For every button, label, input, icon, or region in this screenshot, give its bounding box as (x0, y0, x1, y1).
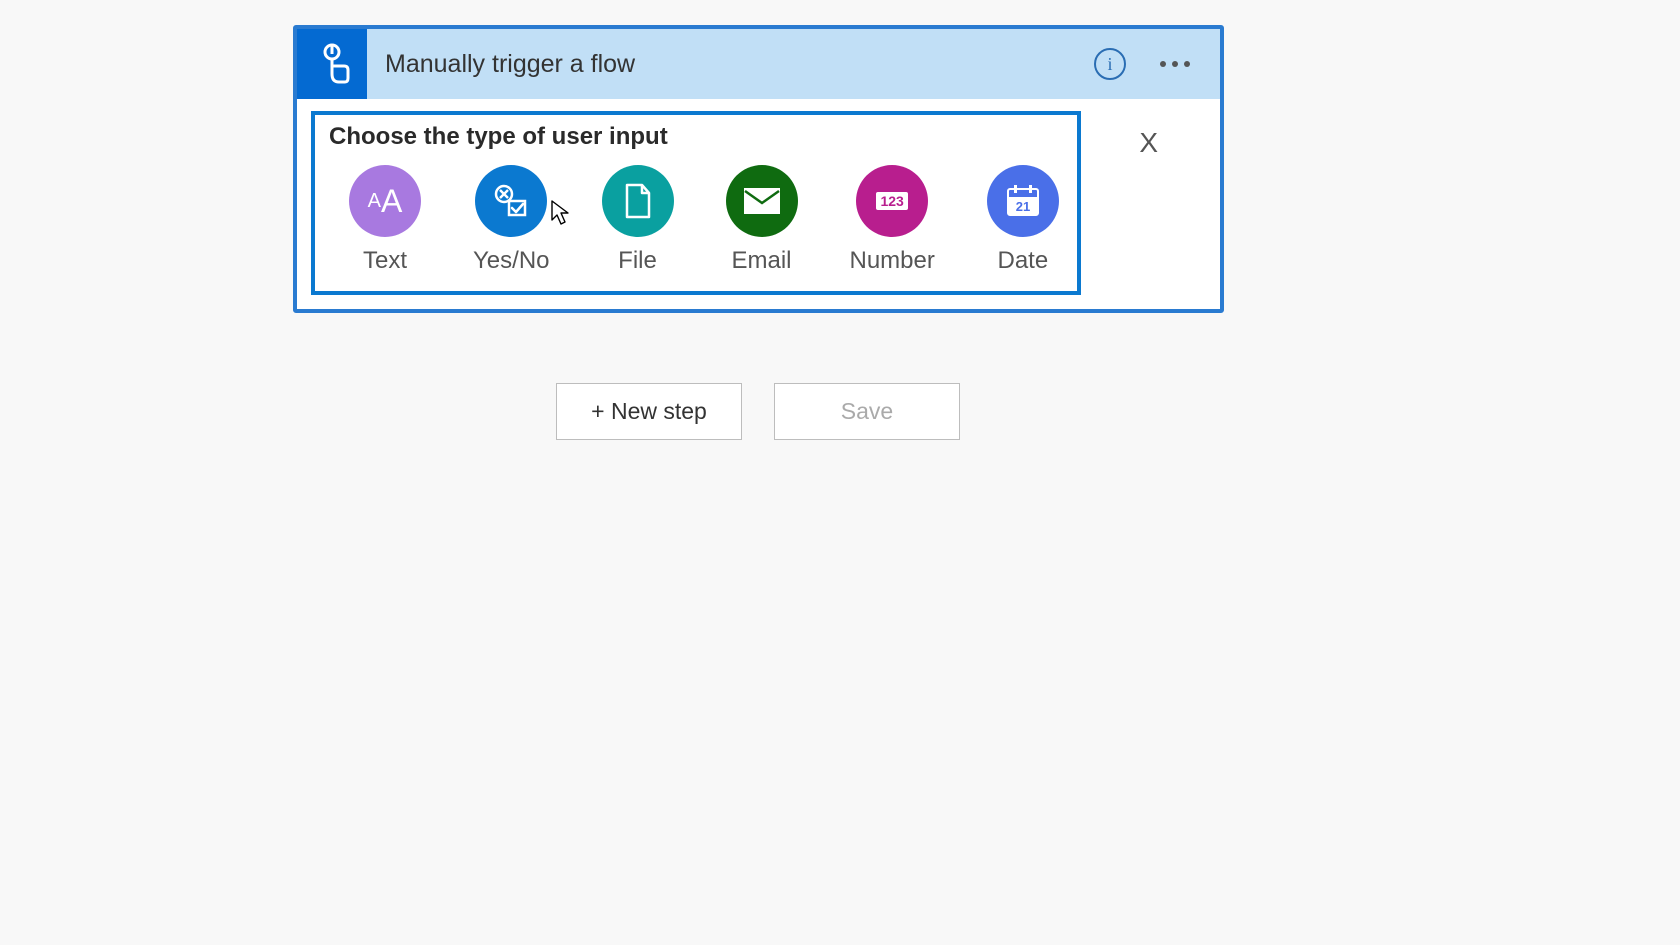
close-button[interactable]: X (1139, 127, 1158, 159)
file-icon (602, 165, 674, 237)
info-icon[interactable]: i (1094, 48, 1126, 80)
input-option-date[interactable]: 21 Date (987, 165, 1059, 275)
input-option-yesno[interactable]: Yes/No (473, 165, 550, 275)
yesno-icon (475, 165, 547, 237)
input-option-text[interactable]: AA Text (349, 165, 421, 275)
trigger-icon (297, 29, 367, 99)
card-header: Manually trigger a flow i (297, 29, 1220, 99)
input-type-selector: Choose the type of user input AA Text (311, 111, 1081, 295)
email-icon (726, 165, 798, 237)
svg-text:21: 21 (1016, 199, 1030, 214)
flow-actions: + New step Save (556, 383, 960, 440)
option-label: Text (363, 247, 407, 275)
input-type-options: AA Text Yes/No (329, 165, 1063, 275)
option-label: Number (850, 247, 935, 275)
option-label: File (618, 247, 657, 275)
number-icon: 123 (856, 165, 928, 237)
input-option-number[interactable]: 123 Number (850, 165, 935, 275)
option-label: Yes/No (473, 247, 550, 275)
more-menu-icon[interactable] (1154, 55, 1196, 73)
option-label: Date (998, 247, 1049, 275)
trigger-card: Manually trigger a flow i X Choose the t… (293, 25, 1224, 313)
card-body: X Choose the type of user input AA Text (297, 99, 1220, 309)
input-option-email[interactable]: Email (726, 165, 798, 275)
card-title: Manually trigger a flow (367, 50, 1094, 79)
save-button[interactable]: Save (774, 383, 960, 440)
input-option-file[interactable]: File (602, 165, 674, 275)
input-type-heading: Choose the type of user input (329, 123, 1063, 151)
new-step-button[interactable]: + New step (556, 383, 742, 440)
date-icon: 21 (987, 165, 1059, 237)
option-label: Email (731, 247, 791, 275)
header-actions: i (1094, 48, 1220, 80)
text-icon: AA (349, 165, 421, 237)
